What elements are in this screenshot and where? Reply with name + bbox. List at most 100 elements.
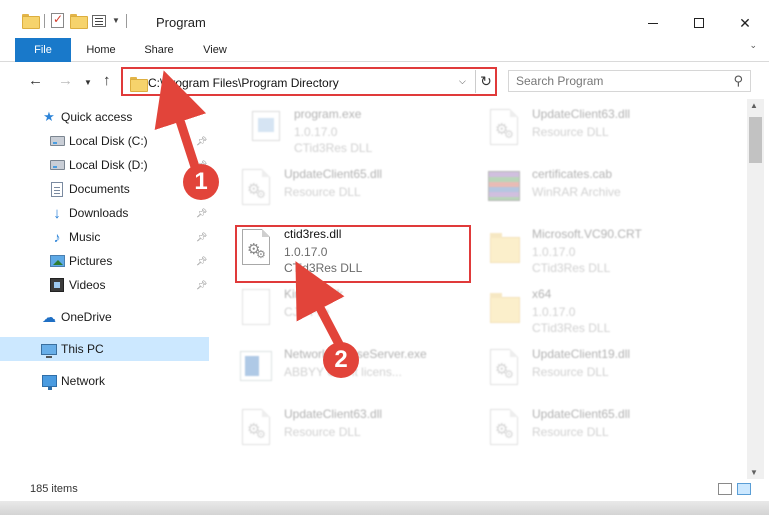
refresh-icon[interactable]: ↻ (475, 70, 496, 93)
sidebar-item-pictures[interactable]: Pictures 📌︎ (0, 249, 209, 273)
archive-file-icon (484, 167, 524, 215)
file-item[interactable]: Microsoft.VC90.CRT 1.0.17.0 CTid3Res DLL (484, 223, 722, 283)
file-item[interactable]: ⚙ ⚙ UpdateClient63.dll Resource DLL (236, 403, 474, 463)
file-name: x64 (532, 287, 552, 301)
up-arrow-icon[interactable]: ↑ (103, 72, 111, 89)
address-field[interactable]: C:\Program Files\Program Directory ⌵ ↻ (121, 67, 497, 96)
drive-icon (49, 157, 65, 173)
file-item[interactable]: ⚙ ⚙ UpdateClient19.dll Resource DLL (484, 343, 722, 403)
file-name: UpdateClient63.dll (532, 107, 631, 121)
folder-icon (484, 227, 524, 275)
search-input[interactable] (516, 74, 721, 88)
file-item[interactable]: certificates.cab WinRAR Archive (484, 163, 722, 223)
file-list: program.exe 1.0.17.0 CTid3Res DLL ⚙ ⚙ Upd… (210, 99, 747, 479)
callout-step-2: 2 (323, 342, 359, 378)
expand-ribbon-chevron-icon[interactable]: ⌄ (749, 40, 757, 51)
item-count: 185 items (30, 483, 78, 495)
sidebar-item-music[interactable]: ♪ Music 📌︎ (0, 225, 209, 249)
file-detail: 1.0.17.0 (294, 125, 338, 139)
minimize-button[interactable] (630, 8, 676, 38)
sidebar-item-label: OneDrive (61, 310, 112, 324)
downloads-icon: ↓ (53, 204, 61, 222)
tab-home[interactable]: Home (77, 38, 125, 62)
pin-icon[interactable]: 📌︎ (196, 256, 207, 267)
torn-edge (0, 501, 769, 515)
file-detail: 1.0.17.0 (532, 245, 576, 259)
file-item[interactable]: ⚙ ⚙ UpdateClient65.dll Resource DLL (484, 403, 722, 463)
file-item[interactable]: Kimgen.cjk CJK File (236, 283, 474, 343)
dll-file-icon: ⚙ ⚙ (484, 347, 524, 395)
sidebar-item-local-disk-c[interactable]: Local Disk (C:) 📌︎ (0, 129, 209, 153)
file-name: UpdateClient63.dll (284, 407, 383, 421)
status-bar: 185 items (0, 479, 769, 501)
tab-view[interactable]: View (191, 38, 239, 62)
ribbon: File Home Share View ⌄ (0, 38, 769, 62)
file-item[interactable]: program.exe 1.0.17.0 CTid3Res DLL (246, 103, 484, 163)
sidebar-item-quick-access[interactable]: ★ Quick access (0, 105, 209, 129)
sidebar-item-local-disk-d[interactable]: Local Disk (D:) 📌︎ (0, 153, 209, 177)
file-name: UpdateClient65.dll (284, 167, 383, 181)
file-detail: Resource DLL (284, 425, 361, 439)
file-item[interactable]: ⚙ ⚙ UpdateClient63.dll Resource DLL (484, 103, 722, 163)
videos-icon (49, 277, 65, 293)
search-box[interactable]: ⚲ (508, 70, 751, 92)
sidebar-item-label: Downloads (69, 206, 129, 220)
sidebar-item-onedrive[interactable]: ☁ OneDrive (0, 305, 209, 329)
sidebar-item-label: Local Disk (C:) (69, 134, 148, 148)
address-path[interactable]: C:\Program Files\Program Directory (148, 76, 339, 90)
sidebar-item-videos[interactable]: Videos 📌︎ (0, 273, 209, 297)
cjk-file-icon (236, 287, 276, 335)
dll-file-icon: ⚙ ⚙ (236, 167, 276, 215)
recent-locations-chevron-icon[interactable]: ▼ (84, 78, 92, 87)
file-item[interactable]: x64 1.0.17.0 CTid3Res DLL (484, 283, 722, 343)
folder-icon (484, 287, 524, 335)
scrollbar-thumb[interactable] (749, 117, 762, 163)
new-folder-icon[interactable] (70, 14, 88, 29)
music-icon: ♪ (53, 229, 61, 245)
close-button[interactable]: ✕ (722, 8, 768, 38)
scroll-up-icon[interactable]: ▲ (750, 101, 758, 110)
tab-file[interactable]: File (15, 38, 71, 62)
drive-icon (49, 133, 65, 149)
view-options-icon[interactable] (92, 14, 106, 27)
sidebar-item-network[interactable]: Network (0, 369, 209, 393)
file-name: Kimgen.cjk (284, 287, 343, 301)
exe-file-icon (246, 107, 286, 155)
large-icons-view-icon[interactable] (737, 483, 751, 495)
sidebar-item-label: Documents (69, 182, 130, 196)
properties-icon[interactable] (51, 12, 64, 28)
search-icon[interactable]: ⚲ (733, 73, 743, 89)
sidebar-item-label: Local Disk (D:) (69, 158, 148, 172)
minimize-icon (648, 22, 658, 24)
pin-icon[interactable]: 📌︎ (196, 208, 207, 219)
sidebar-item-this-pc[interactable]: This PC (0, 337, 209, 361)
file-detail: Resource DLL (284, 185, 361, 199)
back-arrow-icon[interactable]: ← (28, 72, 43, 89)
window-title: Program (156, 15, 206, 30)
file-detail: CTid3Res DLL (532, 261, 611, 275)
scroll-down-icon[interactable]: ▼ (750, 468, 758, 477)
callout-step-1: 1 (183, 164, 219, 200)
onedrive-icon: ☁ (42, 308, 56, 325)
address-toolbar: ← → ▼ ↑ C:\Program Files\Program Directo… (0, 63, 769, 99)
close-icon: ✕ (739, 14, 751, 31)
pin-icon[interactable]: 📌︎ (196, 280, 207, 291)
vertical-scrollbar[interactable]: ▲ ▼ (747, 99, 764, 479)
sidebar-item-documents[interactable]: Documents 📌︎ (0, 177, 209, 201)
toolbar-divider (44, 13, 45, 28)
dll-file-icon: ⚙ ⚙ (236, 407, 276, 455)
file-detail: Resource DLL (532, 125, 609, 139)
maximize-button[interactable] (676, 8, 722, 38)
details-view-icon[interactable] (718, 483, 732, 495)
sidebar-item-label: Network (61, 374, 106, 388)
file-item[interactable]: ⚙ ⚙ UpdateClient65.dll Resource DLL (236, 163, 474, 223)
customize-toolbar-chevron-icon[interactable]: ▼ (112, 16, 120, 25)
forward-arrow-icon[interactable]: → (58, 72, 73, 89)
dll-file-icon: ⚙ ⚙ (484, 407, 524, 455)
file-name: Microsoft.VC90.CRT (532, 227, 642, 241)
pin-icon[interactable]: 📌︎ (196, 232, 207, 243)
pin-icon[interactable]: 📌︎ (196, 136, 207, 147)
address-history-chevron-icon[interactable]: ⌵ (459, 76, 466, 87)
sidebar-item-downloads[interactable]: ↓ Downloads 📌︎ (0, 201, 209, 225)
tab-share[interactable]: Share (135, 38, 183, 62)
